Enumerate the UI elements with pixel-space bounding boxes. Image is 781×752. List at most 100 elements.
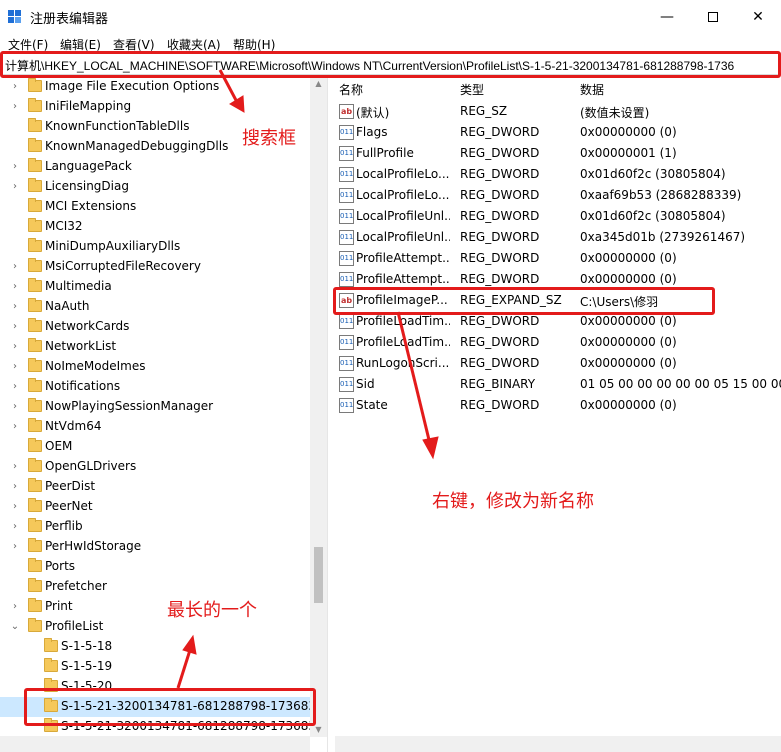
tree-item[interactable]: › Print bbox=[0, 597, 310, 617]
chevron-right-icon[interactable]: › bbox=[10, 597, 20, 617]
value-row[interactable]: 011 LocalProfileLo... REG_DWORD 0xaaf69b53 … bbox=[335, 185, 781, 206]
tree-horizontal-scrollbar[interactable] bbox=[0, 736, 310, 752]
tree-item-label: LanguagePack bbox=[45, 159, 132, 173]
chevron-right-icon[interactable]: › bbox=[10, 337, 20, 357]
chevron-right-icon[interactable]: › bbox=[10, 277, 20, 297]
maximize-icon bbox=[708, 12, 718, 22]
rename-annotation: 右键，修改为新名称 bbox=[432, 491, 594, 512]
value-row[interactable]: 011 LocalProfileUnl... REG_DWORD 0x01d60f2c… bbox=[335, 206, 781, 227]
tree-item[interactable]: OEM bbox=[0, 437, 310, 457]
value-type: REG_DWORD bbox=[460, 146, 540, 160]
chevron-right-icon[interactable]: › bbox=[10, 177, 20, 197]
value-name: FullProfile bbox=[356, 146, 414, 160]
value-row[interactable]: 011 RunLogonScri... REG_DWORD 0x00000000 (0… bbox=[335, 353, 781, 374]
chevron-down-icon[interactable]: ⌄ bbox=[10, 617, 20, 637]
tree-item[interactable]: › OpenGLDrivers bbox=[0, 457, 310, 477]
chevron-right-icon[interactable]: › bbox=[10, 77, 20, 97]
scroll-thumb[interactable] bbox=[314, 547, 323, 603]
value-type: REG_DWORD bbox=[460, 314, 540, 328]
tree-item[interactable]: › NowPlayingSessionManager bbox=[0, 397, 310, 417]
maximize-button[interactable] bbox=[690, 0, 736, 34]
chevron-right-icon[interactable]: › bbox=[10, 357, 20, 377]
value-data: 0x01d60f2c (30805804) bbox=[580, 209, 726, 223]
folder-icon bbox=[28, 318, 42, 332]
chevron-right-icon[interactable]: › bbox=[10, 97, 20, 117]
value-row[interactable]: 011 State REG_DWORD 0x00000000 (0) bbox=[335, 395, 781, 416]
folder-icon bbox=[28, 298, 42, 312]
tree-vertical-scrollbar[interactable]: ▲ ▼ bbox=[310, 77, 327, 737]
value-type: REG_DWORD bbox=[460, 188, 540, 202]
value-type: REG_SZ bbox=[460, 104, 508, 118]
tree-item-label: S-1-5-19 bbox=[61, 659, 113, 673]
folder-icon bbox=[28, 98, 42, 112]
value-row[interactable]: 011 FullProfile REG_DWORD 0x00000001 (1) bbox=[335, 143, 781, 164]
folder-icon bbox=[28, 238, 42, 252]
value-name: Flags bbox=[356, 125, 388, 139]
chevron-right-icon[interactable]: › bbox=[10, 377, 20, 397]
tree-item[interactable]: MCI Extensions bbox=[0, 197, 310, 217]
tree-item-label: MiniDumpAuxiliaryDlls bbox=[45, 239, 181, 253]
chevron-right-icon[interactable]: › bbox=[10, 457, 20, 477]
chevron-right-icon[interactable]: › bbox=[10, 397, 20, 417]
value-type: REG_DWORD bbox=[460, 251, 540, 265]
pane-splitter[interactable] bbox=[327, 77, 335, 752]
binary-value-icon: 011 bbox=[339, 377, 354, 392]
column-header-name[interactable]: 名称 bbox=[339, 81, 363, 98]
tree-item[interactable]: Prefetcher bbox=[0, 577, 310, 597]
longest-key-annotation: 最长的一个 bbox=[167, 600, 257, 621]
folder-icon bbox=[28, 78, 42, 92]
tree-item[interactable]: › NetworkList bbox=[0, 337, 310, 357]
folder-icon bbox=[28, 218, 42, 232]
tree-item[interactable]: › Image File Execution Options bbox=[0, 77, 310, 97]
tree-item[interactable]: › LicensingDiag bbox=[0, 177, 310, 197]
tree-item[interactable]: › IniFileMapping bbox=[0, 97, 310, 117]
folder-icon bbox=[28, 478, 42, 492]
tree-item[interactable]: › LanguagePack bbox=[0, 157, 310, 177]
minimize-button[interactable]: — bbox=[644, 0, 690, 34]
tree-item[interactable]: › NtVdm64 bbox=[0, 417, 310, 437]
tree-item[interactable]: › PeerDist bbox=[0, 477, 310, 497]
chevron-right-icon[interactable]: › bbox=[10, 157, 20, 177]
profile-image-path-highlight bbox=[333, 287, 715, 315]
value-row[interactable]: 011 Flags REG_DWORD 0x00000000 (0) bbox=[335, 122, 781, 143]
tree-item[interactable]: › PeerNet bbox=[0, 497, 310, 517]
values-horizontal-scrollbar[interactable] bbox=[335, 736, 781, 752]
tree-item[interactable]: S-1-5-19 bbox=[0, 657, 310, 677]
tree-item[interactable]: MiniDumpAuxiliaryDlls bbox=[0, 237, 310, 257]
tree-item[interactable]: › PerHwIdStorage bbox=[0, 537, 310, 557]
tree-item[interactable]: S-1-5-18 bbox=[0, 637, 310, 657]
column-header-data[interactable]: 数据 bbox=[580, 81, 604, 98]
tree-item[interactable]: Ports bbox=[0, 557, 310, 577]
value-row[interactable]: 011 LocalProfileLo... REG_DWORD 0x01d60f2c … bbox=[335, 164, 781, 185]
value-row[interactable]: 011 LocalProfileUnl... REG_DWORD 0xa345d01b… bbox=[335, 227, 781, 248]
tree-item[interactable]: ⌄ ProfileList bbox=[0, 617, 310, 637]
chevron-right-icon[interactable]: › bbox=[10, 537, 20, 557]
search-box-annotation: 搜索框 bbox=[242, 128, 296, 149]
value-row[interactable]: ab (默认) REG_SZ (数值未设置) bbox=[335, 101, 781, 122]
close-button[interactable]: ✕ bbox=[735, 0, 781, 34]
value-row[interactable]: 011 Sid REG_BINARY 01 05 00 00 00 00 00 05 … bbox=[335, 374, 781, 395]
chevron-right-icon[interactable]: › bbox=[10, 477, 20, 497]
tree-item[interactable]: › NetworkCards bbox=[0, 317, 310, 337]
chevron-right-icon[interactable]: › bbox=[10, 417, 20, 437]
column-header-type[interactable]: 类型 bbox=[460, 81, 484, 98]
chevron-right-icon[interactable]: › bbox=[10, 497, 20, 517]
chevron-right-icon[interactable]: › bbox=[10, 257, 20, 277]
tree-item[interactable]: › NaAuth bbox=[0, 297, 310, 317]
value-data: 01 05 00 00 00 00 00 05 15 00 00 0 bbox=[580, 377, 781, 391]
binary-value-icon: 011 bbox=[339, 251, 354, 266]
tree-item[interactable]: › NoImeModeImes bbox=[0, 357, 310, 377]
tree-item[interactable]: › MsiCorruptedFileRecovery bbox=[0, 257, 310, 277]
value-row[interactable]: 011 ProfileAttempt... REG_DWORD 0x00000000 … bbox=[335, 248, 781, 269]
tree-item[interactable]: MCI32 bbox=[0, 217, 310, 237]
tree-item[interactable]: › Notifications bbox=[0, 377, 310, 397]
chevron-right-icon[interactable]: › bbox=[10, 297, 20, 317]
value-name: LocalProfileUnl... bbox=[356, 209, 450, 223]
chevron-right-icon[interactable]: › bbox=[10, 317, 20, 337]
value-row[interactable]: 011 ProfileLoadTim... REG_DWORD 0x00000000 … bbox=[335, 332, 781, 353]
scroll-up-icon[interactable]: ▲ bbox=[310, 77, 327, 91]
tree-item[interactable]: › Multimedia bbox=[0, 277, 310, 297]
value-data: 0x01d60f2c (30805804) bbox=[580, 167, 726, 181]
tree-item[interactable]: › Perflib bbox=[0, 517, 310, 537]
chevron-right-icon[interactable]: › bbox=[10, 517, 20, 537]
